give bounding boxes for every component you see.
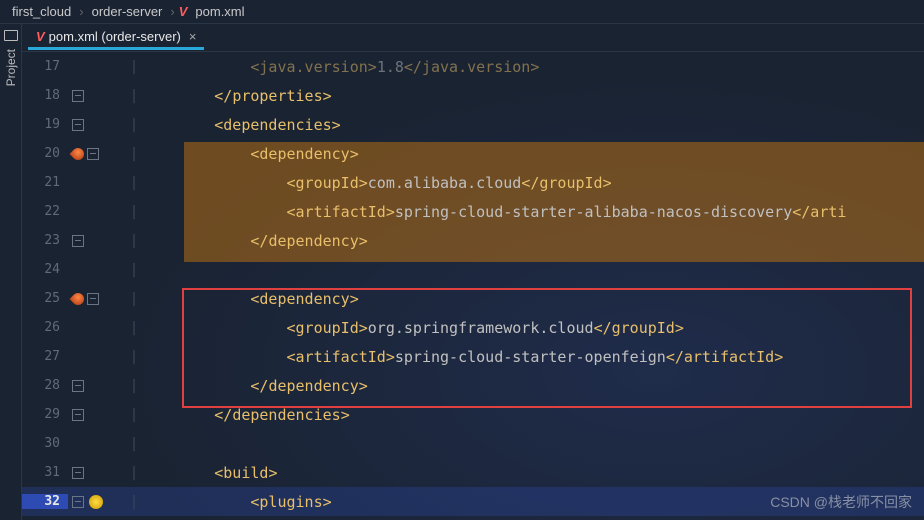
indent-guide: | [126, 88, 142, 104]
line-number: 25 [22, 291, 68, 306]
indent-guide: | [126, 117, 142, 133]
main: Project V pom.xml (order-server) × 17 | … [0, 24, 924, 520]
crumb-project[interactable]: first_cloud [8, 4, 75, 19]
tab-label: pom.xml (order-server) [49, 29, 181, 44]
code-line[interactable]: 27 | <artifactId>spring-cloud-starter-op… [22, 342, 924, 371]
code-line[interactable]: 24 | [22, 255, 924, 284]
code-line[interactable]: 17 | <java.version>1.8</java.version> [22, 52, 924, 81]
maven-file-icon: V [179, 4, 192, 19]
intention-bulb-icon[interactable] [89, 495, 103, 509]
code-line[interactable]: 31 | <build> [22, 458, 924, 487]
fold-icon[interactable] [72, 496, 84, 508]
line-number: 19 [22, 117, 68, 132]
fold-icon[interactable] [87, 148, 99, 160]
fold-icon[interactable] [72, 409, 84, 421]
fold-icon[interactable] [72, 90, 84, 102]
indent-guide: | [126, 146, 142, 162]
line-number: 26 [22, 320, 68, 335]
tab-pom[interactable]: V pom.xml (order-server) × [28, 26, 204, 50]
code-line[interactable]: 30 | [22, 429, 924, 458]
line-number: 30 [22, 436, 68, 451]
indent-guide: | [126, 494, 142, 510]
line-number: 18 [22, 88, 68, 103]
indent-guide: | [126, 59, 142, 75]
code-area[interactable]: 17 | <java.version>1.8</java.version> 18… [22, 52, 924, 520]
gutter[interactable] [68, 235, 126, 247]
indent-guide: | [126, 407, 142, 423]
indent-guide: | [126, 378, 142, 394]
code-line[interactable]: 20 | <dependency> [22, 139, 924, 168]
code-line[interactable]: 22 | <artifactId>spring-cloud-starter-al… [22, 197, 924, 226]
code-line[interactable]: 19 | <dependencies> [22, 110, 924, 139]
indent-guide: | [126, 436, 142, 452]
fold-icon[interactable] [72, 467, 84, 479]
code-line[interactable]: 29 | </dependencies> [22, 400, 924, 429]
line-number: 23 [22, 233, 68, 248]
close-icon[interactable]: × [189, 29, 197, 44]
fold-icon[interactable] [87, 293, 99, 305]
watermark: CSDN @栈老师不回家 [770, 492, 912, 512]
indent-guide: | [126, 349, 142, 365]
gutter[interactable] [68, 90, 126, 102]
indent-guide: | [126, 291, 142, 307]
project-label: Project [4, 49, 18, 86]
breadcrumb: first_cloud › order-server › V pom.xml [0, 0, 924, 24]
indent-guide: | [126, 320, 142, 336]
line-number: 24 [22, 262, 68, 277]
gutter[interactable] [68, 467, 126, 479]
gutter[interactable] [68, 148, 126, 160]
gutter[interactable] [68, 380, 126, 392]
code-line[interactable]: 18 | </properties> [22, 81, 924, 110]
code-line[interactable]: 21 | <groupId>com.alibaba.cloud</groupId… [22, 168, 924, 197]
line-number: 21 [22, 175, 68, 190]
indent-guide: | [126, 465, 142, 481]
project-icon [4, 30, 18, 41]
gutter[interactable] [68, 119, 126, 131]
chevron-right-icon: › [166, 4, 178, 19]
project-toolwindow-stripe[interactable]: Project [0, 24, 22, 520]
code-line[interactable]: 23 | </dependency> [22, 226, 924, 255]
fold-icon[interactable] [72, 119, 84, 131]
editor-panel: V pom.xml (order-server) × 17 | <java.ve… [22, 24, 924, 520]
line-number: 32 [22, 494, 68, 509]
code-line[interactable]: 25 | <dependency> [22, 284, 924, 313]
gutter[interactable] [68, 409, 126, 421]
run-icon[interactable] [70, 290, 87, 307]
chevron-right-icon: › [75, 4, 87, 19]
crumb-module[interactable]: order-server [88, 4, 167, 19]
code-line[interactable]: 28 | </dependency> [22, 371, 924, 400]
indent-guide: | [126, 204, 142, 220]
fold-icon[interactable] [72, 235, 84, 247]
line-number: 29 [22, 407, 68, 422]
gutter[interactable] [68, 293, 126, 305]
line-number: 27 [22, 349, 68, 364]
fold-icon[interactable] [72, 380, 84, 392]
code-line[interactable]: 26 | <groupId>org.springframework.cloud<… [22, 313, 924, 342]
run-icon[interactable] [70, 145, 87, 162]
line-number: 31 [22, 465, 68, 480]
line-number: 28 [22, 378, 68, 393]
maven-file-icon: V [36, 29, 49, 44]
indent-guide: | [126, 175, 142, 191]
editor-tabs: V pom.xml (order-server) × [22, 24, 924, 52]
line-number: 20 [22, 146, 68, 161]
line-number: 17 [22, 59, 68, 74]
gutter[interactable] [68, 495, 126, 509]
crumb-file[interactable]: pom.xml [191, 4, 248, 19]
indent-guide: | [126, 233, 142, 249]
line-number: 22 [22, 204, 68, 219]
indent-guide: | [126, 262, 142, 278]
